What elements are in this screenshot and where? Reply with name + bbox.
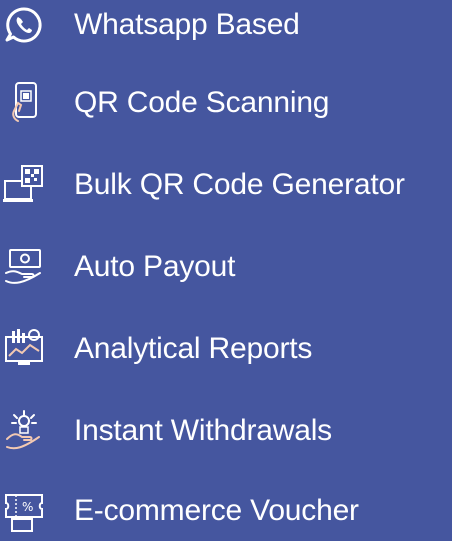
feature-label: E-commerce Voucher (74, 494, 359, 527)
voucher-icon: % (2, 489, 46, 533)
hand-coins-icon (2, 409, 46, 453)
svg-text:%: % (22, 500, 33, 514)
phone-qr-scan-icon (2, 81, 46, 125)
feature-label: QR Code Scanning (74, 86, 330, 119)
monitor-qr-icon (2, 163, 46, 207)
feature-auto-payout: Auto Payout (0, 237, 452, 297)
feature-label: Bulk QR Code Generator (74, 168, 405, 201)
feature-label: Analytical Reports (74, 332, 313, 365)
feature-instant-withdrawals: Instant Withdrawals (0, 401, 452, 461)
feature-e-commerce-voucher: % E-commerce Voucher (0, 481, 452, 541)
whatsapp-icon (2, 3, 46, 47)
feature-label: Auto Payout (74, 250, 236, 283)
feature-bulk-qr-code-generator: Bulk QR Code Generator (0, 155, 452, 215)
feature-analytical-reports: Analytical Reports (0, 319, 452, 379)
hand-cash-icon (2, 245, 46, 289)
feature-label: Instant Withdrawals (74, 414, 332, 447)
feature-list: Whatsapp Based QR Code Scanning Bulk QR … (0, 0, 452, 533)
feature-whatsapp-based: Whatsapp Based (0, 0, 452, 55)
feature-qr-code-scanning: QR Code Scanning (0, 73, 452, 133)
analytics-monitor-icon (2, 327, 46, 371)
feature-label: Whatsapp Based (74, 8, 300, 41)
